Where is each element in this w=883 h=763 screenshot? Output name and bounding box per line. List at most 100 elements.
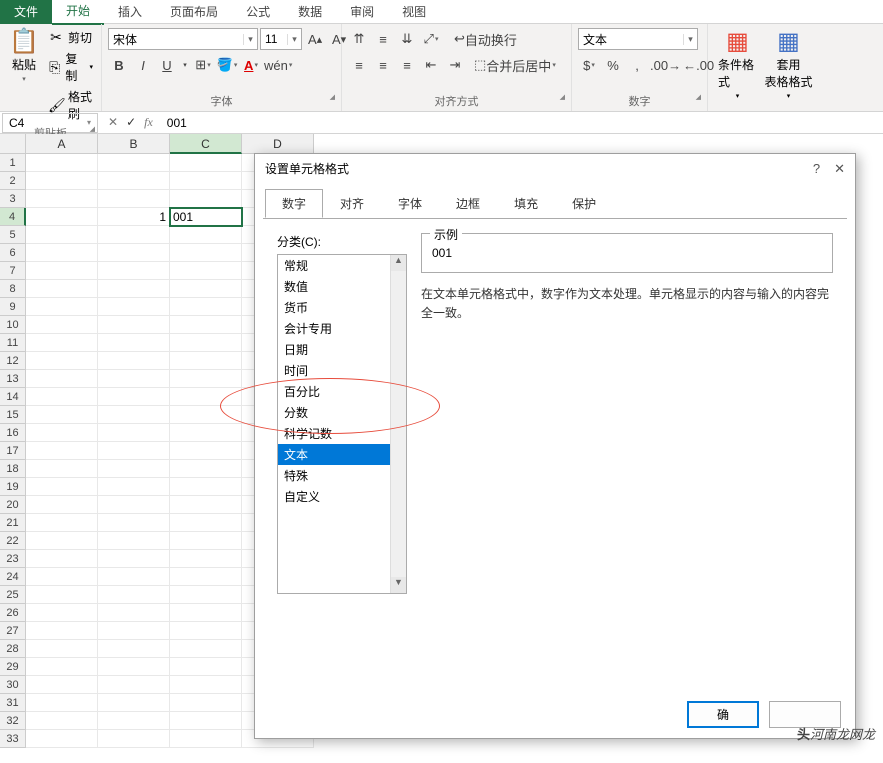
cell-B18[interactable] <box>98 460 170 478</box>
ok-button[interactable]: 确 <box>687 701 759 728</box>
category-item[interactable]: 百分比 <box>278 381 406 402</box>
align-right-button[interactable]: ≡ <box>396 54 418 76</box>
cell-A23[interactable] <box>26 550 98 568</box>
cell-A14[interactable] <box>26 388 98 406</box>
tab-view[interactable]: 视图 <box>388 0 440 24</box>
percent-button[interactable]: % <box>602 54 624 76</box>
cut-button[interactable]: ✂剪切 <box>46 28 95 47</box>
cell-A16[interactable] <box>26 424 98 442</box>
row-header[interactable]: 24 <box>0 568 26 586</box>
row-header[interactable]: 18 <box>0 460 26 478</box>
row-header[interactable]: 23 <box>0 550 26 568</box>
row-header[interactable]: 20 <box>0 496 26 514</box>
cell-B28[interactable] <box>98 640 170 658</box>
align-top-button[interactable]: ⇈ <box>348 28 370 50</box>
scroll-up-icon[interactable]: ▲ <box>391 255 406 271</box>
cell-A5[interactable] <box>26 226 98 244</box>
cell-C3[interactable] <box>170 190 242 208</box>
tab-home[interactable]: 开始 <box>52 0 104 25</box>
category-item[interactable]: 时间 <box>278 360 406 381</box>
cell-C30[interactable] <box>170 676 242 694</box>
cell-B7[interactable] <box>98 262 170 280</box>
align-bottom-button[interactable]: ⇊ <box>396 28 418 50</box>
cell-C5[interactable] <box>170 226 242 244</box>
row-header[interactable]: 9 <box>0 298 26 316</box>
row-header[interactable]: 8 <box>0 280 26 298</box>
bold-button[interactable]: B <box>108 54 130 76</box>
cell-C13[interactable] <box>170 370 242 388</box>
cell-A1[interactable] <box>26 154 98 172</box>
formula-input[interactable]: 001 <box>161 114 883 132</box>
row-header[interactable]: 15 <box>0 406 26 424</box>
row-header[interactable]: 13 <box>0 370 26 388</box>
row-header[interactable]: 30 <box>0 676 26 694</box>
scrollbar[interactable]: ▲ ▼ <box>390 255 406 593</box>
cell-B6[interactable] <box>98 244 170 262</box>
row-header[interactable]: 28 <box>0 640 26 658</box>
cell-C4[interactable]: 001 <box>170 208 242 226</box>
cell-C23[interactable] <box>170 550 242 568</box>
cell-C17[interactable] <box>170 442 242 460</box>
cell-A13[interactable] <box>26 370 98 388</box>
cell-B25[interactable] <box>98 586 170 604</box>
cell-C15[interactable] <box>170 406 242 424</box>
font-color-button[interactable]: A▾ <box>240 54 262 76</box>
cell-A32[interactable] <box>26 712 98 730</box>
currency-button[interactable]: $▾ <box>578 54 600 76</box>
row-header[interactable]: 19 <box>0 478 26 496</box>
row-header[interactable]: 6 <box>0 244 26 262</box>
category-item[interactable]: 常规 <box>278 255 406 276</box>
cell-C21[interactable] <box>170 514 242 532</box>
category-item[interactable]: 分数 <box>278 402 406 423</box>
cell-C18[interactable] <box>170 460 242 478</box>
align-middle-button[interactable]: ≡ <box>372 28 394 50</box>
dialog-tab-border[interactable]: 边框 <box>439 189 497 218</box>
row-header[interactable]: 14 <box>0 388 26 406</box>
cell-B10[interactable] <box>98 316 170 334</box>
cell-B22[interactable] <box>98 532 170 550</box>
row-header[interactable]: 31 <box>0 694 26 712</box>
cell-A31[interactable] <box>26 694 98 712</box>
row-header[interactable]: 17 <box>0 442 26 460</box>
paste-button[interactable]: 📋 粘贴 ▾ <box>6 28 42 85</box>
comma-button[interactable]: , <box>626 54 648 76</box>
cell-A10[interactable] <box>26 316 98 334</box>
italic-button[interactable]: I <box>132 54 154 76</box>
wrap-text-button[interactable]: ↩自动换行 <box>454 28 517 50</box>
select-all-corner[interactable] <box>0 134 26 154</box>
cell-C14[interactable] <box>170 388 242 406</box>
format-table-button[interactable]: ▦套用 表格格式▾ <box>765 28 812 102</box>
tab-review[interactable]: 审阅 <box>336 0 388 24</box>
insert-function-button[interactable]: fx <box>144 115 153 130</box>
cell-B20[interactable] <box>98 496 170 514</box>
cell-C27[interactable] <box>170 622 242 640</box>
border-button[interactable]: ⊞▾ <box>192 54 214 76</box>
confirm-entry-button[interactable]: ✓ <box>126 115 136 130</box>
cell-C28[interactable] <box>170 640 242 658</box>
column-header-C[interactable]: C <box>170 134 242 154</box>
cell-C24[interactable] <box>170 568 242 586</box>
dialog-tab-protect[interactable]: 保护 <box>555 189 613 218</box>
cell-C33[interactable] <box>170 730 242 748</box>
row-header[interactable]: 26 <box>0 604 26 622</box>
row-header[interactable]: 11 <box>0 334 26 352</box>
cell-A33[interactable] <box>26 730 98 748</box>
cell-A8[interactable] <box>26 280 98 298</box>
category-item[interactable]: 数值 <box>278 276 406 297</box>
row-header[interactable]: 21 <box>0 514 26 532</box>
cell-B19[interactable] <box>98 478 170 496</box>
cell-C1[interactable] <box>170 154 242 172</box>
cell-C9[interactable] <box>170 298 242 316</box>
cell-A22[interactable] <box>26 532 98 550</box>
column-header-D[interactable]: D <box>242 134 314 154</box>
cell-B29[interactable] <box>98 658 170 676</box>
close-button[interactable]: ✕ <box>834 161 845 177</box>
category-item[interactable]: 日期 <box>278 339 406 360</box>
cell-B8[interactable] <box>98 280 170 298</box>
cell-A15[interactable] <box>26 406 98 424</box>
cell-B31[interactable] <box>98 694 170 712</box>
cell-C20[interactable] <box>170 496 242 514</box>
cell-B21[interactable] <box>98 514 170 532</box>
tab-formula[interactable]: 公式 <box>232 0 284 24</box>
scroll-down-icon[interactable]: ▼ <box>391 577 406 593</box>
